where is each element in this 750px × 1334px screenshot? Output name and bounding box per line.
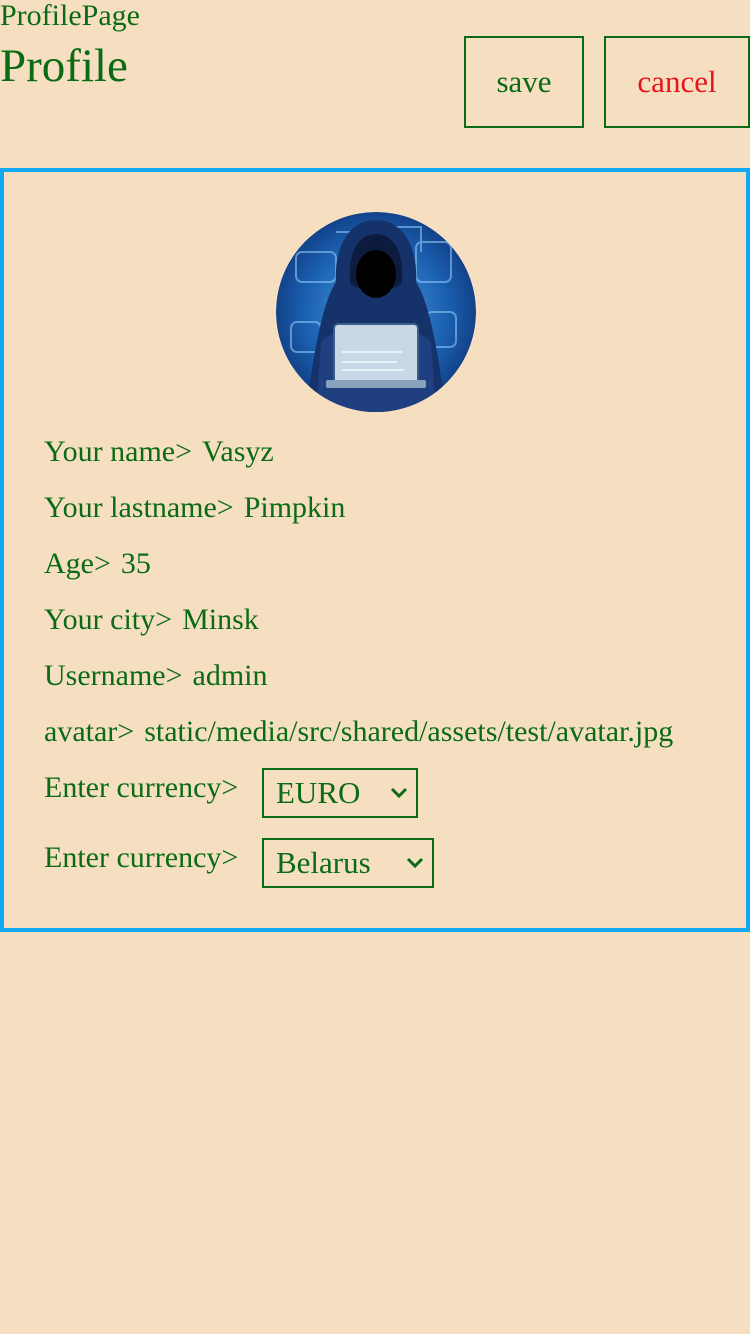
country-label: Enter currency> bbox=[44, 841, 239, 874]
currency-label: Enter currency> bbox=[44, 771, 239, 804]
avatar-row: avatar> static/media/src/shared/assets/te… bbox=[44, 714, 706, 750]
lastname-row: Your lastname> Pimpkin bbox=[44, 490, 345, 526]
username-row: Username> admin bbox=[44, 658, 268, 694]
avatar-value: static/media/src/shared/assets/test/avat… bbox=[144, 715, 674, 748]
age-label: Age> bbox=[44, 547, 111, 580]
country-selected: Belarus bbox=[276, 845, 371, 880]
page-title: Profile bbox=[0, 40, 128, 92]
username-label: Username> bbox=[44, 659, 183, 692]
chevron-down-icon bbox=[390, 787, 408, 799]
lastname-value: Pimpkin bbox=[243, 491, 346, 524]
avatar-label: avatar> bbox=[44, 715, 135, 748]
profile-card: Your name> Vasyz Your lastname> Pimpkin Ag… bbox=[0, 168, 750, 932]
name-label: Your name> bbox=[44, 435, 193, 468]
currency-select[interactable]: EURO bbox=[262, 768, 418, 818]
username-value: admin bbox=[192, 659, 268, 692]
chevron-down-icon bbox=[406, 857, 424, 869]
currency-selected: EURO bbox=[276, 775, 361, 810]
age-row: Age> 35 bbox=[44, 546, 151, 582]
avatar bbox=[276, 212, 476, 412]
country-select[interactable]: Belarus bbox=[262, 838, 434, 888]
city-value: Minsk bbox=[182, 603, 259, 636]
hooded-hacker-avatar-icon bbox=[276, 212, 476, 412]
city-label: Your city> bbox=[44, 603, 173, 636]
city-row: Your city> Minsk bbox=[44, 602, 259, 638]
lastname-label: Your lastname> bbox=[44, 491, 234, 524]
name-row: Your name> Vasyz bbox=[44, 434, 274, 470]
profile-page: ProfilePage Profile save cancel Your nam… bbox=[0, 0, 750, 1334]
cancel-button[interactable]: cancel bbox=[604, 36, 750, 128]
name-value: Vasyz bbox=[202, 435, 274, 468]
page-label: ProfilePage bbox=[0, 0, 140, 32]
age-value: 35 bbox=[120, 547, 151, 580]
save-button[interactable]: save bbox=[464, 36, 584, 128]
